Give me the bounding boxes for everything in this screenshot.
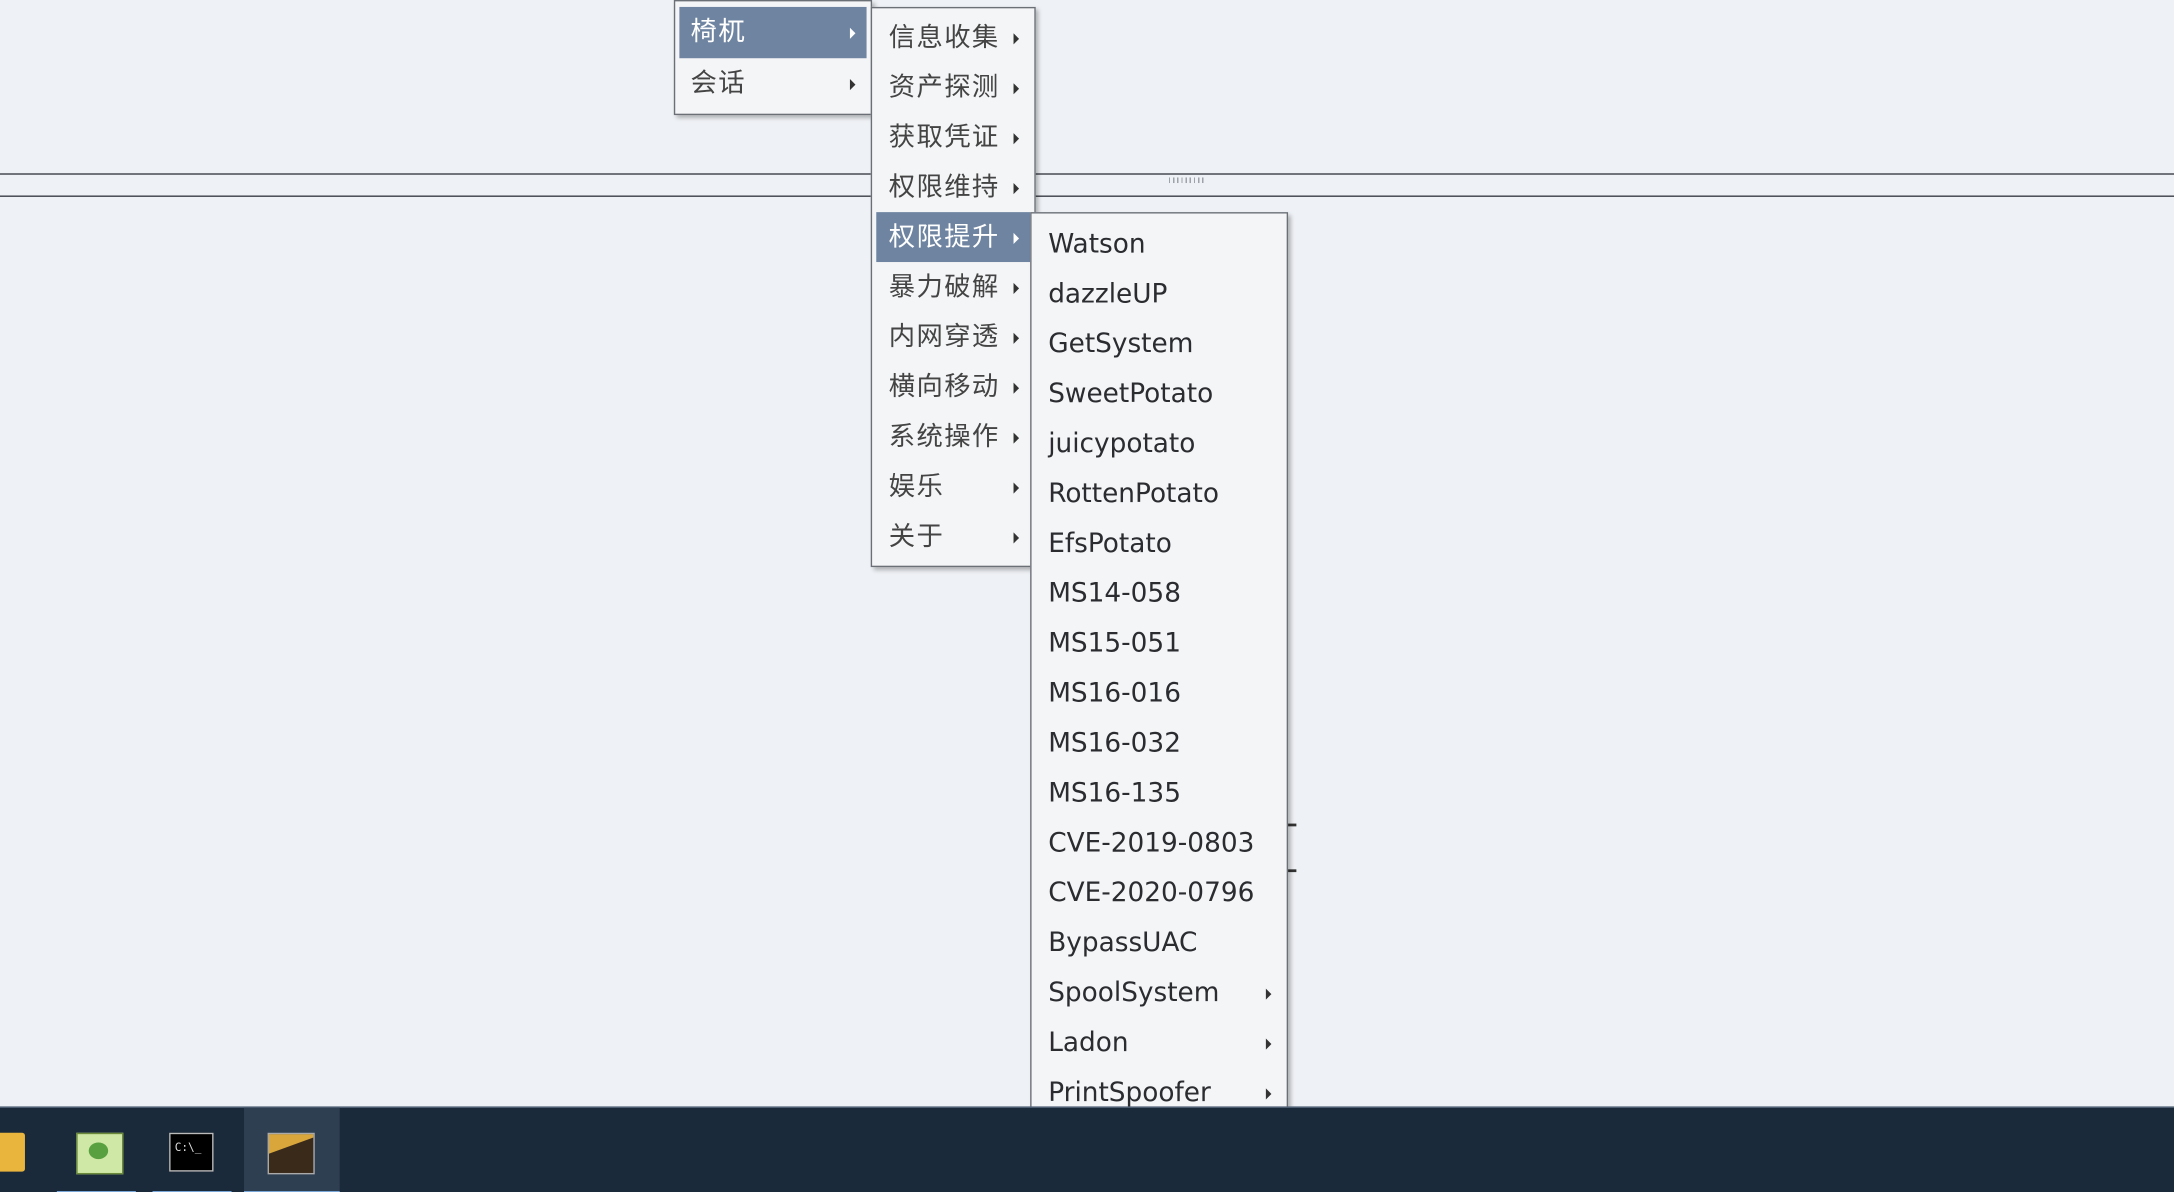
privesc-menu-item[interactable]: RottenPotato	[1036, 469, 1283, 519]
menu-item-label: SweetPotato	[1048, 378, 1214, 410]
menu-item-label: PrintSpoofer	[1048, 1077, 1211, 1108]
privesc-menu-item[interactable]: BypassUAC	[1036, 918, 1283, 968]
privesc-menu-item[interactable]: MS16-016	[1036, 668, 1283, 718]
menu-item-label: 权限提升	[888, 221, 1000, 253]
submenu-arrow-icon	[1013, 532, 1020, 544]
privesc-menu-item[interactable]: EfsPotato	[1036, 519, 1283, 569]
menu-item-label: MS14-058	[1048, 578, 1181, 609]
menu-item-label: MS16-016	[1048, 677, 1181, 709]
menu-item-label: Watson	[1048, 228, 1146, 260]
menu2-item[interactable]: 横向移动	[876, 362, 1030, 412]
privesc-menu-item[interactable]: juicypotato	[1036, 419, 1283, 469]
privesc-menu-item[interactable]: CVE-2019-0803	[1036, 818, 1283, 868]
folder-icon	[0, 1132, 25, 1172]
pane-splitter[interactable]	[0, 173, 2174, 197]
menu-item-label: 娱乐	[888, 471, 945, 502]
notepad-icon	[76, 1132, 124, 1175]
menu-item-label: 权限维持	[888, 171, 1000, 203]
menu-item-label: 会话	[690, 67, 746, 99]
command-prompt-icon: C:\_	[169, 1132, 214, 1172]
privesc-menu-item[interactable]: MS15-051	[1036, 618, 1283, 668]
app-avatar-icon	[267, 1132, 315, 1175]
privesc-menu-item[interactable]: SweetPotato	[1036, 369, 1283, 419]
menu2-item[interactable]: 资产探测	[876, 62, 1030, 112]
menu-item-label: CVE-2019-0803	[1048, 827, 1255, 859]
privesc-menu-item[interactable]: MS16-135	[1036, 768, 1283, 818]
desktop-window: 椅杌会话 信息收集资产探测获取凭证权限维持权限提升暴力破解内网穿透横向移动系统操…	[0, 0, 2174, 1192]
submenu-arrow-icon	[1013, 83, 1020, 95]
submenu-arrow-icon	[1265, 1038, 1272, 1050]
menu-item-label: EfsPotato	[1048, 528, 1172, 559]
menu2-item[interactable]: 关于	[876, 512, 1030, 562]
menu2-item[interactable]: 系统操作	[876, 412, 1030, 462]
submenu-arrow-icon	[1013, 332, 1020, 344]
menu-item-label: 内网穿透	[888, 321, 1000, 353]
privesc-menu-item[interactable]: GetSystem	[1036, 319, 1283, 369]
menu-item-label: MS15-051	[1048, 628, 1181, 659]
menu2-item[interactable]: 内网穿透	[876, 312, 1030, 362]
menu-item-label: 椅杌	[690, 16, 746, 48]
submenu-arrow-icon	[1013, 33, 1020, 45]
privesc-menu-item[interactable]: CVE-2020-0796	[1036, 868, 1283, 918]
menu2-item[interactable]: 获取凭证	[876, 112, 1030, 162]
taskbar: C:\_	[0, 1106, 2174, 1192]
menu-item-label: BypassUAC	[1048, 927, 1198, 959]
menu2-item[interactable]: 权限维持	[876, 162, 1030, 212]
taskbar-button-app[interactable]	[244, 1107, 340, 1192]
submenu-arrow-icon	[1013, 432, 1020, 444]
menu-item-label: RottenPotato	[1048, 478, 1219, 509]
privesc-menu-item[interactable]: Watson	[1036, 219, 1283, 269]
submenu-arrow-icon	[1265, 988, 1272, 1000]
submenu-arrow-icon	[1013, 232, 1020, 245]
context-menu-level2: 信息收集资产探测获取凭证权限维持权限提升暴力破解内网穿透横向移动系统操作娱乐关于	[870, 6, 1036, 568]
submenu-arrow-icon	[1013, 133, 1020, 145]
menu-item-label: juicypotato	[1048, 428, 1196, 459]
submenu-arrow-icon	[1013, 183, 1020, 195]
menu-item-label: 关于	[888, 521, 945, 552]
privesc-menu-item[interactable]: dazzleUP	[1036, 269, 1283, 319]
privesc-menu-item[interactable]: SpoolSystem	[1036, 968, 1283, 1018]
context-menu-level1: 椅杌 会话	[673, 0, 873, 116]
splitter-grip-icon[interactable]	[1168, 177, 1205, 184]
taskbar-button-notepad[interactable]	[56, 1108, 136, 1192]
menu1-item[interactable]: 会话	[679, 58, 866, 109]
menu-item-label: MS16-032	[1048, 727, 1181, 759]
menu2-item[interactable]: 权限提升	[876, 212, 1031, 263]
background-tick-mark	[1286, 823, 1297, 827]
privilege-escalation-submenu: Watson dazzleUP GetSystem SweetPotato juicyp…	[1030, 212, 1289, 1173]
taskbar-button-cmd[interactable]: C:\_	[152, 1108, 232, 1192]
privesc-menu-item[interactable]: MS14-058	[1036, 568, 1283, 618]
menu-item-label: 横向移动	[888, 371, 1000, 403]
menu1-item[interactable]: 椅杌	[679, 6, 867, 59]
privesc-menu-item[interactable]: Ladon	[1036, 1018, 1283, 1068]
privesc-menu-item[interactable]: MS16-032	[1036, 718, 1283, 768]
menu-item-label: GetSystem	[1048, 328, 1194, 360]
menu-item-label: 获取凭证	[888, 122, 1000, 153]
menu2-item[interactable]: 娱乐	[876, 462, 1030, 512]
submenu-arrow-icon	[849, 79, 856, 91]
menu-item-label: 系统操作	[888, 421, 1000, 452]
submenu-arrow-icon	[1013, 282, 1020, 294]
menu-item-label: 暴力破解	[888, 271, 1000, 303]
submenu-arrow-icon	[1013, 482, 1020, 494]
menu-item-label: MS16-135	[1048, 777, 1181, 809]
background-tick-mark	[1286, 869, 1297, 873]
menu-item-label: Ladon	[1048, 1027, 1129, 1058]
menu-item-label: CVE-2020-0796	[1048, 877, 1255, 909]
menu-item-label: SpoolSystem	[1048, 977, 1220, 1008]
menu2-item[interactable]: 暴力破解	[876, 262, 1030, 312]
menu-item-label: dazzleUP	[1048, 278, 1168, 310]
menu2-item[interactable]: 信息收集	[876, 12, 1030, 62]
submenu-arrow-icon	[1265, 1088, 1272, 1100]
menu-item-label: 信息收集	[888, 22, 1000, 53]
menu-item-label: 资产探测	[888, 72, 1000, 103]
taskbar-button-folder[interactable]	[0, 1108, 36, 1192]
submenu-arrow-icon	[849, 27, 856, 39]
submenu-arrow-icon	[1013, 382, 1020, 394]
